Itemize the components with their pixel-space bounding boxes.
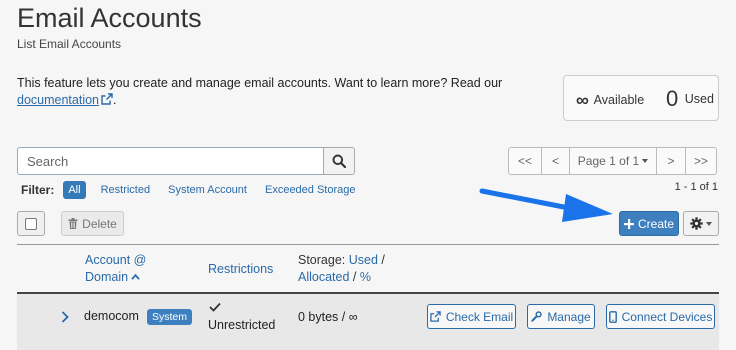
search-icon (332, 154, 346, 168)
available-label: Available (593, 93, 645, 107)
manage-label: Manage (547, 309, 591, 324)
connect-devices-button[interactable]: Connect Devices (606, 304, 715, 329)
filter-all[interactable]: All (63, 181, 86, 199)
page-select[interactable]: Page 1 of 1 (569, 147, 657, 175)
annotation-arrow (479, 188, 613, 222)
manage-button[interactable]: Manage (527, 304, 595, 329)
used-value: 0 (666, 86, 679, 111)
caret-down-icon (706, 221, 712, 226)
delete-button[interactable]: Delete (61, 211, 124, 236)
trash-icon (68, 218, 78, 229)
gear-icon (690, 217, 703, 230)
sort-ascending-icon (131, 274, 140, 280)
available-value: ∞ (576, 90, 589, 110)
restrictions-header-label: Restrictions (208, 262, 274, 276)
first-page-button[interactable]: << (508, 147, 542, 175)
account-stats: ∞ Available 0 Used (563, 75, 719, 121)
checkmark-icon (209, 302, 221, 312)
results-range: 1 - 1 of 1 (674, 181, 718, 193)
column-header-storage: Storage: Used / Allocated / % (298, 252, 385, 286)
filter-label: Filter: (21, 183, 55, 197)
page-title: Email Accounts (17, 3, 202, 33)
column-header-account[interactable]: Account @ Domain (85, 252, 146, 286)
check-email-button[interactable]: Check Email (427, 304, 516, 329)
used-stat: 0 Used (666, 86, 714, 112)
create-button[interactable]: Create (619, 211, 679, 236)
last-page-button[interactable]: >> (685, 147, 717, 175)
feature-description: This feature lets you create and manage … (17, 75, 517, 109)
description-text: This feature lets you create and manage … (17, 76, 503, 90)
next-page-button[interactable]: > (656, 147, 686, 175)
wrench-icon (531, 311, 543, 322)
account-header-line2: Domain (85, 270, 129, 284)
caret-down-icon (642, 159, 649, 163)
storage-header-separator: / (352, 270, 357, 284)
search-button[interactable] (323, 147, 355, 175)
external-link-icon (101, 93, 113, 105)
plus-icon (623, 218, 634, 229)
documentation-link-label: documentation (17, 93, 100, 107)
check-email-label: Check Email (445, 309, 514, 324)
storage-header-prefix: Storage: (298, 253, 346, 267)
account-name: democom (84, 309, 139, 323)
external-link-icon (430, 311, 441, 322)
available-stat: ∞ Available (576, 90, 644, 111)
filter-exceeded-storage[interactable]: Exceeded Storage (265, 184, 356, 196)
settings-menu-button[interactable] (683, 211, 719, 236)
system-badge: System (147, 309, 193, 325)
storage-value: 0 bytes / ∞ (298, 310, 358, 324)
sort-by-percent-link[interactable]: % (360, 270, 371, 284)
mobile-icon (608, 310, 617, 323)
pagination: << < Page 1 of 1 > >> (508, 147, 717, 175)
restriction-status: Unrestricted (208, 318, 276, 332)
documentation-link[interactable]: documentation (17, 93, 99, 107)
delete-label: Delete (82, 216, 117, 231)
table-row: democom System Unrestricted 0 bytes / ∞ … (17, 294, 719, 350)
sort-by-allocated-link[interactable]: Allocated (298, 270, 349, 284)
used-label: Used (684, 92, 714, 106)
description-end: . (113, 93, 117, 107)
account-header-line1: Account @ (85, 253, 147, 267)
filter-restricted[interactable]: Restricted (101, 184, 151, 196)
filter-bar: Filter: All Restricted System Account Ex… (21, 181, 374, 199)
search-input[interactable] (17, 147, 324, 175)
storage-header-separator: / (381, 253, 385, 267)
chevron-right-icon[interactable] (61, 311, 69, 323)
page-select-label: Page 1 of 1 (577, 154, 640, 168)
page-subtitle: List Email Accounts (17, 37, 122, 51)
prev-page-button[interactable]: < (541, 147, 570, 175)
table-header-divider (17, 244, 719, 245)
sort-by-used-link[interactable]: Used (349, 253, 378, 267)
create-label: Create (637, 216, 675, 231)
select-all-checkbox[interactable] (17, 211, 45, 236)
column-header-restrictions[interactable]: Restrictions (208, 261, 273, 278)
filter-system-account[interactable]: System Account (168, 184, 247, 196)
checkbox-icon (25, 217, 37, 230)
connect-devices-label: Connect Devices (621, 309, 713, 324)
